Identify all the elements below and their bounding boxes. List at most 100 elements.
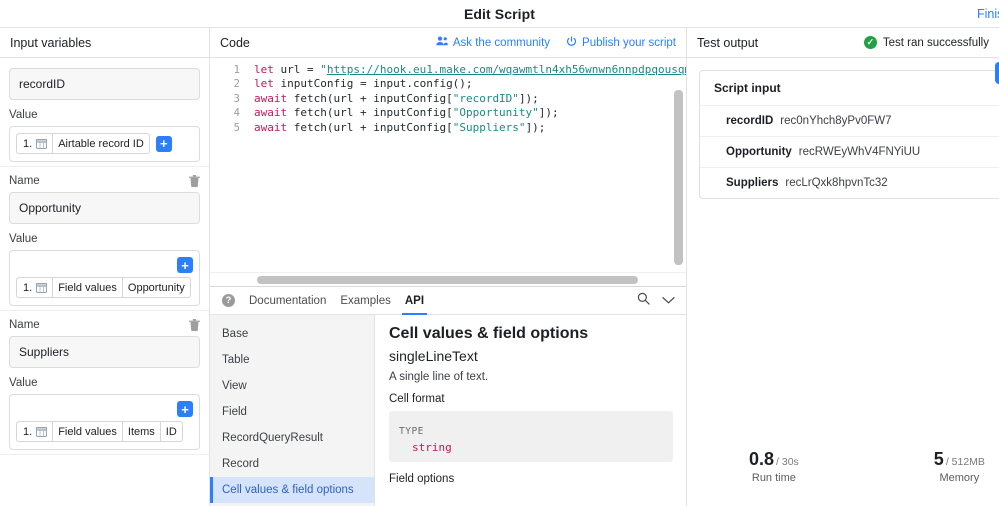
code-token: ]); (518, 91, 539, 105)
script-input-key: Opportunity (726, 146, 792, 158)
value-chip-group[interactable]: 1. Field values Opportunity (16, 277, 193, 298)
input-variables-header: Input variables (0, 28, 209, 58)
variable-name-input[interactable]: recordID (9, 68, 200, 100)
variable-value-box: 1. Airtable record ID + (9, 126, 200, 162)
docs-nav-item-record[interactable]: Record (210, 451, 374, 477)
metrics-bar: 0.8/ 30s Run time 5/ 512MB Memory (687, 449, 999, 484)
code-line: 3 await fetch(url + inputConfig["recordID… (210, 91, 686, 106)
code-token: await (254, 91, 294, 105)
script-input-key: recordID (726, 115, 774, 127)
run-time-value: 0.8 (749, 449, 775, 469)
test-output-panel: Test output ✓ Test ran successfully Scri… (687, 28, 999, 506)
line-number: 1 (233, 64, 240, 76)
finish-button[interactable]: Finish (977, 7, 999, 21)
memory-caption: Memory (939, 472, 980, 484)
value-chip-group[interactable]: 1. Airtable record ID (16, 133, 150, 154)
editor-horizontal-scroll-thumb[interactable] (257, 276, 638, 284)
tab-api[interactable]: API (401, 287, 428, 315)
docs-cell-format-label: Cell format (389, 393, 445, 405)
run-time-limit: / 30s (776, 456, 799, 468)
tab-examples[interactable]: Examples (340, 287, 391, 315)
check-circle-icon: ✓ (863, 36, 877, 49)
code-lines[interactable]: 1 let url = "https://hook.eu1.make.com/wq… (210, 63, 686, 135)
add-value-button[interactable]: + (177, 257, 193, 273)
code-token: fetch(url + inputConfig[ (293, 120, 453, 134)
code-token: " (320, 63, 327, 76)
search-icon[interactable] (637, 292, 650, 310)
docs-nav-item-field[interactable]: Field (210, 399, 374, 425)
code-token: "Opportunity" (452, 106, 539, 120)
docs-nav-item-cell-values-field-options[interactable]: Cell values & field options (210, 477, 374, 503)
docs-nav-item-base[interactable]: Base (210, 321, 374, 347)
script-input-value: recRWEyWhV4FNYiUU (798, 146, 921, 158)
chip-value: Field values (52, 421, 122, 442)
help-icon[interactable]: ? (222, 294, 235, 307)
docs-nav-item-view[interactable]: View (210, 373, 374, 399)
status-text: Test ran successfully (882, 36, 989, 49)
script-input-value: rec0nYhch8yPv0FW7 (780, 115, 892, 127)
editor-vertical-scrollbar[interactable] (674, 90, 683, 286)
chevron-down-icon[interactable] (662, 292, 675, 310)
editor-vertical-scroll-thumb[interactable] (674, 90, 683, 265)
table-icon (36, 138, 48, 149)
test-output-title: Test output (697, 35, 759, 50)
docs-heading: Cell values & field options (389, 325, 589, 342)
workspace: Input variables recordID Value 1. Airtab… (0, 28, 999, 506)
chip-index: 1. (16, 277, 53, 298)
variable-name-input[interactable]: Suppliers (9, 336, 200, 368)
docs-type-label: TYPE (399, 426, 424, 437)
variable-name-row: Name (9, 319, 200, 331)
memory-value: 5 (933, 449, 944, 469)
chip-value: Field values (52, 277, 122, 298)
docs-nav-item-table[interactable]: Table (210, 347, 374, 373)
code-editor[interactable]: 1 let url = "https://hook.eu1.make.com/wq… (210, 58, 686, 286)
code-token: "Suppliers" (452, 120, 526, 134)
code-token: await (254, 106, 294, 120)
editor-horizontal-scrollbar[interactable] (210, 272, 686, 286)
docs-subheading: singleLineText (389, 348, 478, 364)
variable-name-row: Name (9, 175, 200, 187)
variable-value-box: + 1. Field values Opportunity (9, 250, 200, 306)
documentation-content: Cell values & field options singleLineTe… (375, 315, 686, 506)
code-token: "recordID" (452, 91, 519, 105)
variable-value-box: + 1. Field values Items ID (9, 394, 200, 450)
code-token: let (254, 77, 281, 91)
publish-script-link[interactable]: Publish your script (566, 36, 676, 50)
power-icon (566, 36, 577, 50)
chip-value: Airtable record ID (52, 133, 150, 154)
documentation-nav[interactable]: Base Table View Field RecordQueryResult Recor… (210, 315, 375, 506)
docs-nav-item-recordqueryresult[interactable]: RecordQueryResult (210, 425, 374, 451)
script-input-title: Script input (700, 71, 999, 106)
code-line: 4 await fetch(url + inputConfig["Opportun… (210, 106, 686, 120)
code-token: ]); (525, 120, 546, 134)
documentation-panel: ? Documentation Examples API Base Table Vi… (210, 286, 686, 506)
chip-value: Items (121, 421, 160, 442)
script-input-value: recLrQxk8hpvnTc32 (785, 177, 888, 189)
code-panel-header: Code Ask the community Publish your scri… (210, 28, 686, 58)
variable-name-input[interactable]: Opportunity (9, 192, 200, 224)
test-run-button[interactable] (995, 62, 999, 84)
delete-variable-icon[interactable] (189, 175, 200, 187)
script-input-row: Suppliers recLrQxk8hpvnTc32 (700, 168, 999, 198)
docs-description: A single line of text. (389, 371, 489, 383)
add-value-button[interactable]: + (177, 401, 193, 417)
name-label: Name (9, 319, 40, 331)
test-output-body: Script input recordID rec0nYhch8yPv0FW7 … (687, 58, 999, 199)
tab-documentation[interactable]: Documentation (249, 287, 326, 315)
table-icon (36, 426, 48, 437)
value-chip-group[interactable]: 1. Field values Items ID (16, 421, 193, 442)
page-title: Edit Script (463, 5, 536, 22)
ask-community-label: Ask the community (452, 36, 551, 49)
people-icon (436, 36, 448, 49)
add-value-button[interactable]: + (155, 135, 172, 152)
code-token: ]); (538, 106, 559, 120)
test-output-header: Test output ✓ Test ran successfully (687, 28, 999, 58)
ask-community-link[interactable]: Ask the community (436, 36, 550, 49)
docs-field-options-label: Field options (389, 473, 455, 485)
input-variables-title: Input variables (10, 35, 92, 50)
code-token: let (254, 63, 281, 76)
delete-variable-icon[interactable] (189, 319, 200, 331)
memory-limit: / 512MB (945, 456, 985, 468)
code-line: 1 let url = "https://hook.eu1.make.com/wq… (210, 63, 686, 77)
value-label: Value (9, 377, 38, 389)
